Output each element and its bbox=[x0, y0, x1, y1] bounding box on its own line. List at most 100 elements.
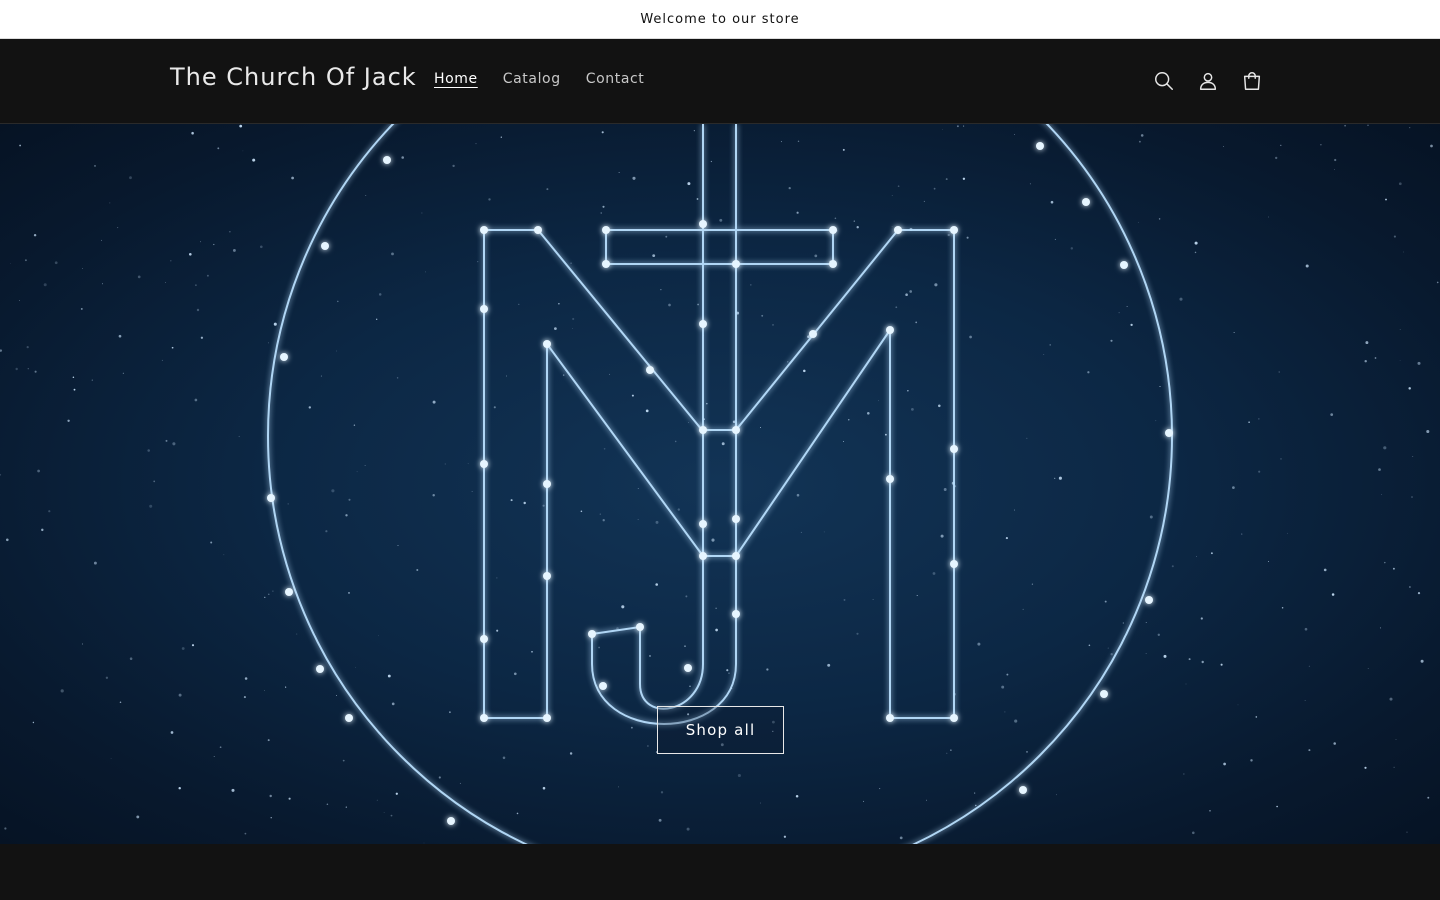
star bbox=[1006, 673, 1009, 676]
search-icon[interactable] bbox=[1148, 65, 1180, 97]
star bbox=[645, 409, 649, 413]
star bbox=[1163, 654, 1167, 658]
star bbox=[1138, 140, 1141, 143]
star bbox=[191, 131, 194, 135]
star bbox=[10, 263, 11, 264]
star bbox=[956, 125, 959, 128]
star bbox=[80, 307, 83, 310]
star bbox=[1137, 221, 1139, 223]
star bbox=[506, 375, 507, 377]
star bbox=[288, 797, 291, 800]
star bbox=[1304, 700, 1306, 701]
nav-contact-link[interactable]: Contact bbox=[586, 71, 645, 87]
constellation-node bbox=[699, 220, 707, 228]
star bbox=[1323, 568, 1327, 572]
star bbox=[1331, 593, 1335, 596]
star bbox=[1334, 168, 1335, 170]
shop-all-button[interactable]: Shop all bbox=[657, 706, 784, 754]
star bbox=[674, 440, 677, 443]
star bbox=[1232, 486, 1235, 489]
star bbox=[660, 289, 662, 291]
star bbox=[905, 293, 908, 297]
star bbox=[232, 248, 236, 252]
constellation-node bbox=[829, 226, 837, 234]
constellation-node bbox=[267, 494, 275, 502]
star bbox=[348, 592, 350, 594]
star bbox=[1158, 218, 1161, 220]
star bbox=[1268, 561, 1269, 562]
star bbox=[1145, 622, 1147, 624]
star bbox=[264, 690, 265, 691]
star bbox=[1210, 552, 1213, 555]
star bbox=[1267, 216, 1269, 218]
star bbox=[863, 800, 865, 802]
star bbox=[523, 501, 526, 505]
star bbox=[1201, 660, 1204, 664]
star bbox=[1275, 156, 1278, 160]
star bbox=[783, 835, 787, 838]
star bbox=[687, 182, 691, 186]
star bbox=[72, 376, 75, 379]
nav-home-link[interactable]: Home bbox=[434, 71, 478, 87]
constellation-node bbox=[447, 817, 455, 825]
star bbox=[421, 212, 423, 214]
star bbox=[1110, 653, 1113, 656]
star bbox=[823, 531, 825, 533]
star bbox=[287, 503, 289, 505]
star bbox=[795, 794, 799, 798]
star bbox=[715, 607, 717, 609]
constellation-node bbox=[732, 426, 740, 434]
star bbox=[475, 143, 477, 145]
star bbox=[105, 676, 109, 679]
store-logo-link[interactable]: The Church Of Jack bbox=[170, 63, 417, 91]
constellation-node bbox=[699, 426, 707, 434]
star bbox=[496, 577, 498, 579]
star bbox=[797, 140, 800, 143]
star bbox=[1393, 235, 1396, 238]
star bbox=[320, 375, 322, 377]
star bbox=[677, 508, 680, 511]
star bbox=[878, 400, 880, 402]
star bbox=[383, 812, 385, 813]
star bbox=[916, 594, 918, 597]
star bbox=[1022, 608, 1024, 610]
constellation-node bbox=[732, 515, 740, 523]
constellation-node bbox=[543, 714, 551, 722]
star bbox=[867, 412, 870, 415]
star bbox=[345, 806, 347, 808]
account-icon[interactable] bbox=[1192, 65, 1224, 97]
constellation-node bbox=[543, 572, 551, 580]
star bbox=[572, 328, 573, 329]
star bbox=[217, 147, 220, 150]
star bbox=[710, 160, 713, 163]
star bbox=[308, 406, 311, 409]
star bbox=[242, 150, 244, 152]
star bbox=[391, 252, 394, 256]
star bbox=[1379, 627, 1382, 629]
star bbox=[1411, 496, 1413, 498]
star bbox=[693, 130, 695, 132]
nav-catalog-link[interactable]: Catalog bbox=[503, 71, 561, 87]
star bbox=[510, 499, 513, 502]
star bbox=[897, 185, 900, 188]
star bbox=[668, 303, 671, 307]
star bbox=[780, 141, 782, 143]
star bbox=[1026, 437, 1028, 440]
star bbox=[178, 693, 182, 697]
star bbox=[37, 469, 40, 473]
star bbox=[18, 300, 20, 302]
cart-icon[interactable] bbox=[1236, 65, 1268, 97]
star bbox=[348, 498, 351, 501]
star bbox=[1220, 663, 1223, 666]
star bbox=[603, 448, 606, 450]
star bbox=[1403, 251, 1404, 253]
star bbox=[244, 832, 247, 835]
star bbox=[178, 786, 181, 790]
star bbox=[496, 629, 499, 632]
star bbox=[761, 314, 764, 317]
star bbox=[737, 773, 741, 778]
star bbox=[950, 749, 952, 751]
constellation-node bbox=[1100, 690, 1108, 698]
star bbox=[715, 628, 718, 632]
star bbox=[531, 650, 533, 653]
